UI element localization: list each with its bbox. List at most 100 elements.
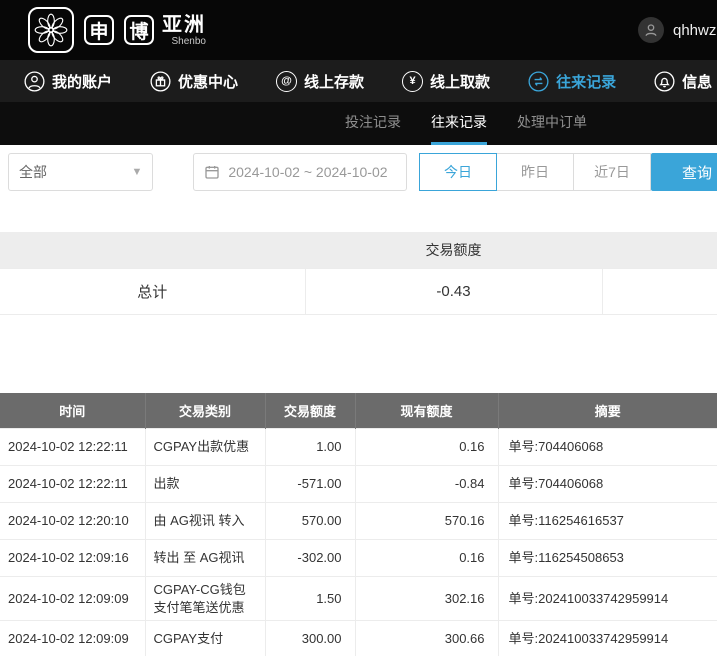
summary-header-row: 交易额度 bbox=[0, 232, 717, 268]
summary-total-value: -0.43 bbox=[305, 268, 602, 314]
last7days-button[interactable]: 近7日 bbox=[573, 153, 651, 191]
col-header-time: 时间 bbox=[0, 393, 145, 429]
tab-pending-orders[interactable]: 处理中订单 bbox=[517, 102, 587, 145]
summary-total-row: 总计 -0.43 bbox=[0, 268, 717, 314]
transfer-records-icon bbox=[528, 71, 549, 92]
table-cell: CGPAY出款优惠 bbox=[145, 429, 265, 466]
table-cell: 570.16 bbox=[355, 503, 498, 540]
table-cell: 单号:704406068 bbox=[498, 466, 717, 503]
table-cell: 0.16 bbox=[355, 429, 498, 466]
search-button[interactable]: 查询 bbox=[651, 153, 717, 191]
table-row: 2024-10-02 12:22:11出款-571.00-0.84单号:7044… bbox=[0, 466, 717, 503]
brand-char-bo: 博 bbox=[124, 15, 154, 45]
deposit-icon: @ bbox=[276, 71, 297, 92]
table-cell: 300.00 bbox=[265, 621, 355, 656]
username: qhhwz bbox=[673, 22, 716, 39]
table-row: 2024-10-02 12:09:09CGPAY支付300.00300.66单号… bbox=[0, 621, 717, 656]
table-cell: 单号:116254508653 bbox=[498, 540, 717, 577]
chevron-down-icon: ▼ bbox=[131, 166, 142, 178]
records-table-body: 2024-10-02 12:22:11CGPAY出款优惠1.000.16单号:7… bbox=[0, 429, 717, 656]
table-cell: 2024-10-02 12:09:16 bbox=[0, 540, 145, 577]
withdraw-icon: ¥ bbox=[402, 71, 423, 92]
table-cell: 单号:704406068 bbox=[498, 429, 717, 466]
table-cell: -302.00 bbox=[265, 540, 355, 577]
table-cell: 2024-10-02 12:09:09 bbox=[0, 621, 145, 656]
table-cell: 300.66 bbox=[355, 621, 498, 656]
today-button[interactable]: 今日 bbox=[419, 153, 497, 191]
table-cell: 单号:116254616537 bbox=[498, 503, 717, 540]
brand-logo[interactable] bbox=[28, 7, 74, 53]
nav-label: 往来记录 bbox=[556, 71, 616, 92]
records-table-header: 时间 交易类别 交易额度 现有额度 摘要 bbox=[0, 393, 717, 429]
table-row: 2024-10-02 12:22:11CGPAY出款优惠1.000.16单号:7… bbox=[0, 429, 717, 466]
table-cell: 570.00 bbox=[265, 503, 355, 540]
table-cell: 302.16 bbox=[355, 577, 498, 621]
main-nav: 我的账户 优惠中心 @ 线上存款 ¥ 线上取款 往来记录 信息 bbox=[0, 60, 717, 102]
user-menu[interactable]: qhhwz bbox=[638, 0, 716, 60]
summary-header-amount: 交易额度 bbox=[305, 232, 602, 268]
nav-label: 信息 bbox=[682, 71, 712, 92]
table-cell: CGPAY支付 bbox=[145, 621, 265, 656]
bell-icon bbox=[654, 71, 675, 92]
date-range-input[interactable]: 2024-10-02 ~ 2024-10-02 bbox=[193, 153, 407, 191]
table-cell: 出款 bbox=[145, 466, 265, 503]
brand-region: 亚洲 bbox=[162, 14, 206, 36]
col-header-summary: 摘要 bbox=[498, 393, 717, 429]
user-icon bbox=[643, 22, 659, 38]
nav-label: 我的账户 bbox=[52, 71, 112, 92]
table-row: 2024-10-02 12:09:09CGPAY-CG钱包支付笔笔送优惠1.50… bbox=[0, 577, 717, 621]
table-cell: 1.00 bbox=[265, 429, 355, 466]
nav-label: 线上取款 bbox=[430, 71, 490, 92]
filter-bar: 全部 ▼ 2024-10-02 ~ 2024-10-02 今日 昨日 近7日 查… bbox=[0, 145, 717, 199]
brand-char-shen: 申 bbox=[84, 15, 114, 45]
top-bar: 申 博 亚洲 Shenbo qhhwz bbox=[0, 0, 717, 60]
tab-transaction-records[interactable]: 往来记录 bbox=[431, 102, 487, 145]
gift-icon bbox=[150, 71, 171, 92]
nav-item-my-account[interactable]: 我的账户 bbox=[24, 71, 112, 92]
nav-item-deposit[interactable]: @ 线上存款 bbox=[276, 71, 364, 92]
records-table: 时间 交易类别 交易额度 现有额度 摘要 2024-10-02 12:22:11… bbox=[0, 393, 717, 656]
table-cell: 2024-10-02 12:22:11 bbox=[0, 466, 145, 503]
col-header-balance: 现有额度 bbox=[355, 393, 498, 429]
nav-label: 线上存款 bbox=[304, 71, 364, 92]
table-row: 2024-10-02 12:09:16转出 至 AG视讯-302.000.16单… bbox=[0, 540, 717, 577]
table-row: 2024-10-02 12:20:10由 AG视讯 转入570.00570.16… bbox=[0, 503, 717, 540]
brand-subtitle: Shenbo bbox=[172, 36, 206, 47]
nav-item-records[interactable]: 往来记录 bbox=[528, 71, 616, 92]
yesterday-button[interactable]: 昨日 bbox=[496, 153, 574, 191]
table-cell: CGPAY-CG钱包支付笔笔送优惠 bbox=[145, 577, 265, 621]
date-range-value: 2024-10-02 ~ 2024-10-02 bbox=[228, 164, 387, 180]
table-cell: 由 AG视讯 转入 bbox=[145, 503, 265, 540]
nav-item-withdraw[interactable]: ¥ 线上取款 bbox=[402, 71, 490, 92]
type-select[interactable]: 全部 ▼ bbox=[8, 153, 153, 191]
type-select-value: 全部 bbox=[19, 162, 47, 182]
table-cell: 转出 至 AG视讯 bbox=[145, 540, 265, 577]
record-tabs: 投注记录 往来记录 处理中订单 bbox=[0, 102, 717, 145]
brand-text: 亚洲 Shenbo bbox=[162, 14, 206, 47]
table-cell: 2024-10-02 12:09:09 bbox=[0, 577, 145, 621]
account-icon bbox=[24, 71, 45, 92]
table-cell: -0.84 bbox=[355, 466, 498, 503]
nav-label: 优惠中心 bbox=[178, 71, 238, 92]
table-cell: -571.00 bbox=[265, 466, 355, 503]
table-cell: 1.50 bbox=[265, 577, 355, 621]
summary-header-empty bbox=[0, 232, 305, 268]
nav-item-messages[interactable]: 信息 bbox=[654, 71, 712, 92]
table-cell: 2024-10-02 12:22:11 bbox=[0, 429, 145, 466]
col-header-type: 交易类别 bbox=[145, 393, 265, 429]
table-cell: 2024-10-02 12:20:10 bbox=[0, 503, 145, 540]
table-cell: 单号:202410033742959914 bbox=[498, 577, 717, 621]
col-header-amount: 交易额度 bbox=[265, 393, 355, 429]
avatar bbox=[638, 17, 664, 43]
summary-table: 交易额度 总计 -0.43 bbox=[0, 232, 717, 315]
summary-total-label: 总计 bbox=[0, 268, 305, 314]
nav-item-promotions[interactable]: 优惠中心 bbox=[150, 71, 238, 92]
summary-empty-cell bbox=[602, 268, 717, 314]
tab-betting-records[interactable]: 投注记录 bbox=[345, 102, 401, 145]
calendar-icon bbox=[204, 164, 220, 180]
flower-logo-icon bbox=[32, 11, 70, 49]
table-cell: 0.16 bbox=[355, 540, 498, 577]
quick-range-buttons: 今日 昨日 近7日 bbox=[420, 153, 651, 191]
table-cell: 单号:202410033742959914 bbox=[498, 621, 717, 656]
summary-header-empty bbox=[602, 232, 717, 268]
